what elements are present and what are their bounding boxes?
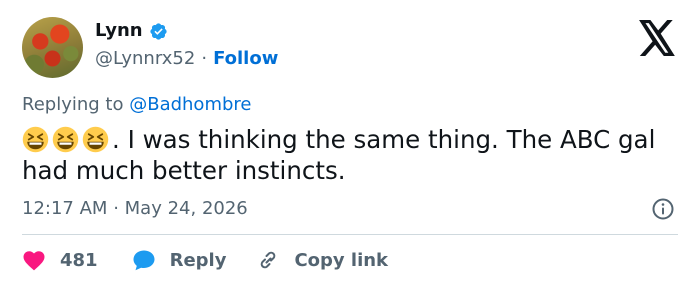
- tweet-text: . I was thinking the same thing. The ABC…: [22, 124, 672, 186]
- author-name-row: Lynn: [95, 20, 168, 42]
- grinning-squinting-face-icon: [82, 126, 109, 153]
- action-bar: 481 Reply Copy link: [22, 248, 388, 272]
- reply-bubble-icon: [133, 250, 155, 271]
- replying-to-mention[interactable]: @Badhombre: [129, 94, 251, 115]
- x-logo-icon[interactable]: [637, 20, 677, 56]
- heart-icon: [23, 251, 45, 271]
- tweet-date: May 24, 2026: [124, 198, 248, 219]
- tweet-timestamp[interactable]: 12:17 AM · May 24, 2026: [22, 198, 248, 220]
- replying-to-prefix: Replying to: [22, 94, 124, 115]
- replying-to: Replying to @Badhombre: [22, 94, 251, 116]
- author-handle[interactable]: @Lynnrx52: [95, 48, 195, 70]
- info-icon[interactable]: [651, 197, 675, 221]
- copy-link-button[interactable]: Copy link: [256, 248, 388, 272]
- link-icon: [261, 251, 276, 269]
- author-handle-row: @Lynnrx52 · Follow: [95, 48, 278, 70]
- divider: [22, 234, 678, 235]
- follow-button[interactable]: Follow: [213, 48, 278, 70]
- avatar[interactable]: [22, 17, 83, 78]
- reply-label: Reply: [169, 249, 227, 271]
- separator-dot: ·: [201, 48, 208, 69]
- grinning-squinting-face-icon: [52, 126, 79, 153]
- like-button[interactable]: 481: [22, 249, 98, 271]
- tweet-body: . I was thinking the same thing. The ABC…: [22, 125, 656, 185]
- like-count: 481: [60, 249, 98, 271]
- copy-link-label: Copy link: [294, 249, 389, 271]
- grinning-squinting-face-icon: [22, 126, 49, 153]
- author-name[interactable]: Lynn: [95, 20, 143, 42]
- verified-badge-icon: [150, 22, 167, 40]
- tweet-time: 12:17 AM: [22, 198, 108, 219]
- reply-button[interactable]: Reply: [132, 249, 227, 271]
- timestamp-separator: ·: [113, 198, 119, 219]
